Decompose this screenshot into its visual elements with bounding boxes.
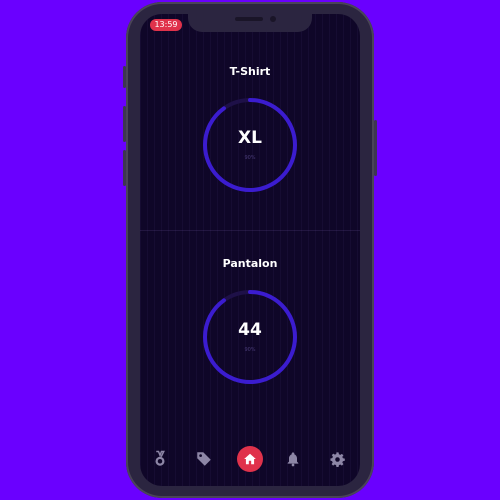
power-button <box>374 120 377 176</box>
speaker <box>235 17 263 21</box>
home-icon <box>244 453 256 465</box>
mute-switch <box>123 66 126 88</box>
percent-label: 90% <box>244 347 256 353</box>
bottom-nav <box>140 444 360 474</box>
percent-label: 90% <box>244 155 256 161</box>
size-gauge-pantalon: 44 90% <box>200 287 300 387</box>
section-divider <box>140 230 360 231</box>
size-value: 44 <box>238 320 262 340</box>
nav-item-home[interactable] <box>235 444 265 474</box>
nav-item-settings[interactable] <box>322 444 352 474</box>
nav-item-medal[interactable] <box>145 444 175 474</box>
gear-icon <box>329 451 345 467</box>
status-time: 13:59 <box>150 19 182 31</box>
nav-item-notifications[interactable] <box>278 444 308 474</box>
volume-down-button <box>123 150 126 186</box>
notch <box>188 14 312 32</box>
app-screen: 13:59 T-Shirt XL 90% Pantalon 44 90% <box>140 14 360 486</box>
nav-item-tag[interactable] <box>189 444 219 474</box>
bell-icon <box>287 452 299 467</box>
active-indicator <box>237 446 263 472</box>
volume-up-button <box>123 106 126 142</box>
medal-icon <box>155 450 165 466</box>
section-title-tshirt: T-Shirt <box>229 65 271 78</box>
tag-icon <box>197 452 211 466</box>
camera <box>270 16 276 22</box>
size-gauge-tshirt: XL 90% <box>200 95 300 195</box>
size-value: XL <box>238 128 262 148</box>
section-title-pantalon: Pantalon <box>222 257 278 270</box>
background-pattern <box>140 14 360 486</box>
